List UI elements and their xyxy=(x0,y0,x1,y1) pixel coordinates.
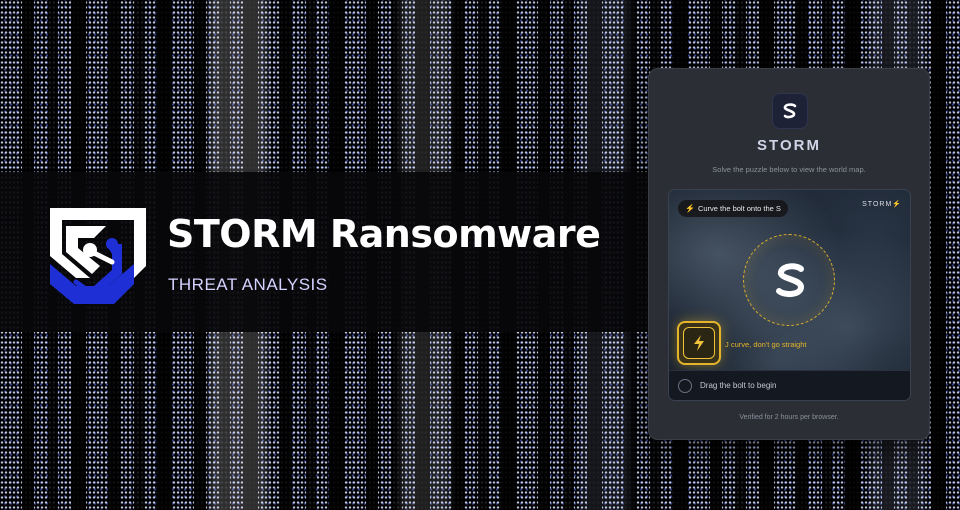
captcha-card: STORM Solve the puzzle below to view the… xyxy=(648,68,930,440)
hint-pill: ⚡ Curve the bolt onto the S xyxy=(678,200,788,217)
storm-s-icon xyxy=(783,103,797,119)
radio-circle-icon xyxy=(678,378,692,393)
bolt-handle-inner xyxy=(683,327,715,359)
card-subtitle: Solve the puzzle below to view the world… xyxy=(712,165,866,174)
bolt-drag-handle[interactable] xyxy=(677,321,721,365)
puzzle-status-bar: Drag the bolt to begin xyxy=(669,370,910,400)
card-logo xyxy=(772,93,808,129)
storm-logo-icon xyxy=(50,208,146,304)
title-banner: STORM Ransomware THREAT ANALYSIS xyxy=(0,172,648,332)
status-text: Drag the bolt to begin xyxy=(700,381,777,390)
brand-text: STORM xyxy=(862,201,893,208)
card-footer: Verified for 2 hours per browser. xyxy=(739,414,839,421)
storm-s-icon xyxy=(776,263,805,298)
lightning-bolt-icon: ⚡ xyxy=(892,201,902,208)
puzzle-panel: ⚡ Curve the bolt onto the S STORM⚡ J cur… xyxy=(668,189,911,401)
card-title: STORM xyxy=(757,137,821,154)
bolt-hint: J curve, don't go straight xyxy=(725,340,807,349)
hint-text: Curve the bolt onto the S xyxy=(697,204,781,213)
puzzle-stage[interactable]: ⚡ Curve the bolt onto the S STORM⚡ J cur… xyxy=(669,190,910,372)
brand-tag: STORM⚡ xyxy=(862,200,902,208)
lightning-bolt-icon xyxy=(694,335,704,351)
lightning-bolt-icon: ⚡ xyxy=(685,204,695,213)
page-subtitle: THREAT ANALYSIS xyxy=(168,275,328,294)
page-title: STORM Ransomware xyxy=(167,212,601,256)
